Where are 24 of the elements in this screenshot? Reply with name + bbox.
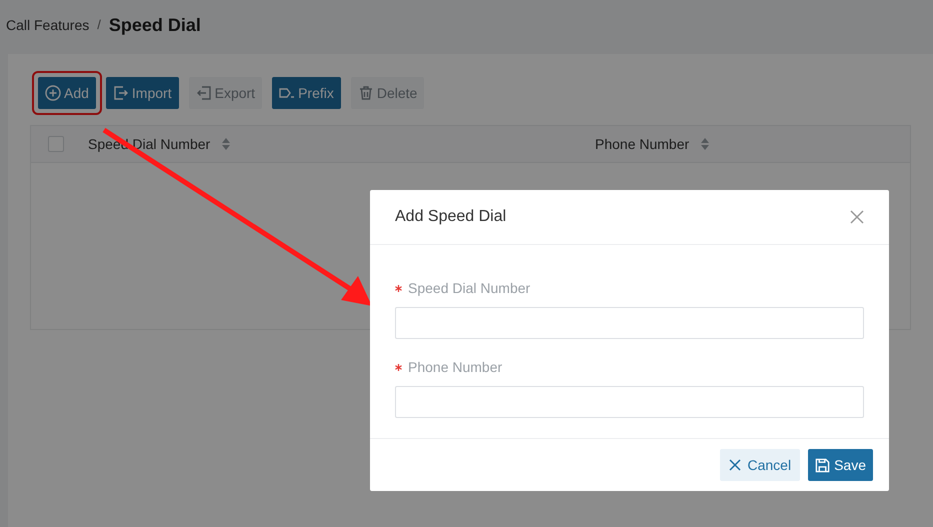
breadcrumb-separator: / (97, 16, 101, 34)
field-label: Phone Number (408, 358, 502, 377)
sort-icon[interactable] (701, 138, 710, 150)
export-icon (196, 85, 212, 101)
save-button[interactable]: Save (808, 449, 873, 481)
field-label: Speed Dial Number (408, 279, 530, 298)
cancel-button[interactable]: Cancel (720, 449, 800, 481)
plus-circle-icon (45, 85, 61, 101)
page-title: Speed Dial (108, 14, 201, 37)
save-icon (815, 458, 830, 472)
trash-icon (358, 85, 374, 101)
select-all-checkbox[interactable] (48, 136, 64, 152)
sort-icon[interactable] (222, 138, 230, 150)
input-field[interactable] (395, 307, 864, 339)
toolbar-button[interactable]: Add (38, 77, 96, 109)
dialog-title: Add Speed Dial (395, 207, 506, 227)
column-header: Phone Number (595, 134, 690, 154)
import-icon (112, 85, 129, 101)
close-icon (729, 459, 742, 471)
input-field[interactable] (395, 386, 864, 418)
toolbar-button[interactable]: Prefix (272, 77, 341, 109)
close-icon[interactable] (850, 210, 864, 224)
breadcrumb-link[interactable]: Call Features (6, 14, 90, 36)
toolbar-button[interactable]: Import (106, 77, 179, 109)
